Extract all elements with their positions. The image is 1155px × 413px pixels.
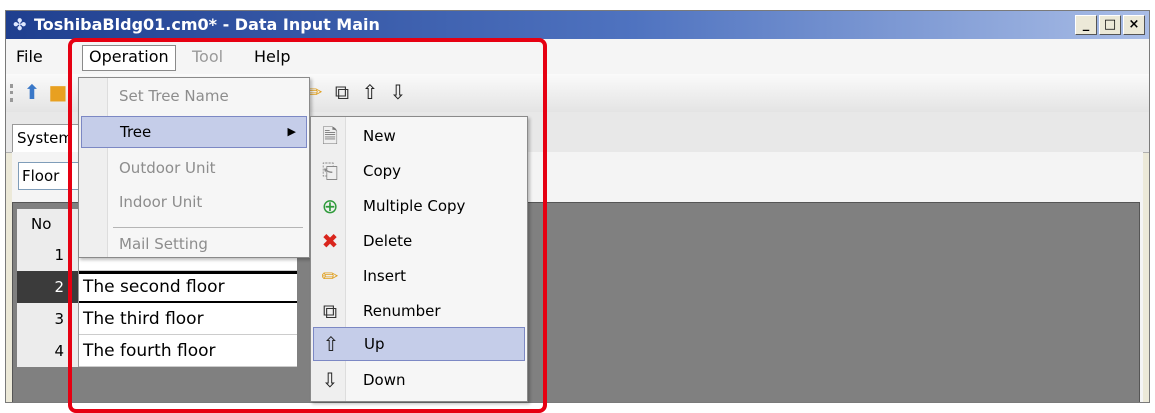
operation-menu: Set Tree Name Tree ▶ Outdoor Unit Indoor…	[78, 77, 310, 258]
submenu-item-renumber[interactable]: ⧉ Renumber	[313, 294, 525, 328]
app-icon: ✤	[13, 15, 27, 34]
maximize-button[interactable]: □	[1099, 15, 1121, 35]
column-header-no[interactable]: No	[17, 209, 79, 239]
menu-item-indoor-unit[interactable]: Indoor Unit	[81, 186, 307, 218]
tree-submenu: 🗎 New ⎗ Copy ⊕ Multiple Copy ✖ Delete ✏ …	[310, 116, 528, 402]
window-title: ToshibaBldg01.cm0* - Data Input Main	[34, 15, 380, 34]
close-button[interactable]: ×	[1123, 15, 1145, 35]
delete-icon: ✖	[321, 229, 339, 253]
menu-item-tree[interactable]: Tree ▶	[81, 116, 307, 148]
title-bar[interactable]: ✤ ToshibaBldg01.cm0* - Data Input Main _…	[6, 11, 1149, 39]
submenu-item-down[interactable]: ⇩ Down	[313, 363, 525, 397]
submenu-item-up[interactable]: ⇧ Up	[313, 327, 525, 361]
minimize-button[interactable]: _	[1075, 15, 1097, 35]
down-arrow-icon: ⇩	[321, 368, 339, 392]
menu-item-outdoor-unit[interactable]: Outdoor Unit	[81, 152, 307, 184]
submenu-item-label: Multiple Copy	[363, 197, 466, 215]
down-arrow-icon[interactable]: ⇩	[386, 80, 410, 104]
up-arrow-icon: ⇧	[322, 332, 340, 356]
submenu-item-insert[interactable]: ✏ Insert	[313, 259, 525, 293]
insert-pencil-icon: ✏	[321, 264, 339, 288]
row-floor-name[interactable]: The second floor	[79, 271, 297, 303]
renumber-icon: ⧉	[322, 299, 338, 323]
table-row[interactable]: 4 The fourth floor	[17, 335, 297, 367]
copy-icon: ⎗	[322, 159, 338, 183]
row-floor-name[interactable]: The third floor	[79, 303, 297, 335]
menu-file[interactable]: File	[10, 45, 49, 69]
menu-help[interactable]: Help	[248, 45, 296, 69]
submenu-item-label: Up	[364, 335, 385, 353]
row-number: 1	[17, 239, 79, 271]
row-number: 4	[17, 335, 79, 367]
submenu-item-new[interactable]: 🗎 New	[313, 119, 525, 153]
submenu-item-label: Delete	[363, 232, 413, 250]
submenu-item-label: Renumber	[363, 302, 441, 320]
submenu-item-copy[interactable]: ⎗ Copy	[313, 154, 525, 188]
menu-bar: File Operation Tool Help	[6, 39, 1149, 74]
menu-item-mail-setting[interactable]: Mail Setting	[81, 228, 307, 260]
submenu-arrow-icon: ▶	[287, 125, 296, 138]
row-number: 3	[17, 303, 79, 335]
submenu-item-multiple-copy[interactable]: ⊕ Multiple Copy	[313, 189, 525, 223]
new-document-icon: 🗎	[321, 124, 339, 148]
submenu-item-label: Insert	[363, 267, 407, 285]
menu-item-set-tree-name[interactable]: Set Tree Name	[81, 80, 307, 112]
submenu-item-label: Down	[363, 371, 406, 389]
window-controls: _ □ ×	[1075, 15, 1145, 35]
toolbar-grip[interactable]	[10, 84, 16, 102]
row-floor-name[interactable]: The fourth floor	[79, 335, 297, 367]
table-row[interactable]: 3 The third floor	[17, 303, 297, 335]
renumber-icon[interactable]: ⧉	[330, 80, 354, 104]
submenu-item-delete[interactable]: ✖ Delete	[313, 224, 525, 258]
multiple-copy-icon: ⊕	[321, 194, 339, 218]
submenu-item-label: Copy	[363, 162, 402, 180]
folder-icon[interactable]: ■	[46, 80, 70, 104]
submenu-item-label: New	[363, 127, 396, 145]
menu-item-tree-label: Tree	[120, 123, 152, 141]
upload-icon[interactable]: ⬆	[20, 80, 44, 104]
table-row[interactable]: 2 The second floor	[17, 271, 297, 303]
row-number: 2	[17, 271, 79, 303]
menu-tool[interactable]: Tool	[186, 45, 229, 69]
up-arrow-icon[interactable]: ⇧	[358, 80, 382, 104]
menu-operation[interactable]: Operation	[82, 45, 176, 71]
